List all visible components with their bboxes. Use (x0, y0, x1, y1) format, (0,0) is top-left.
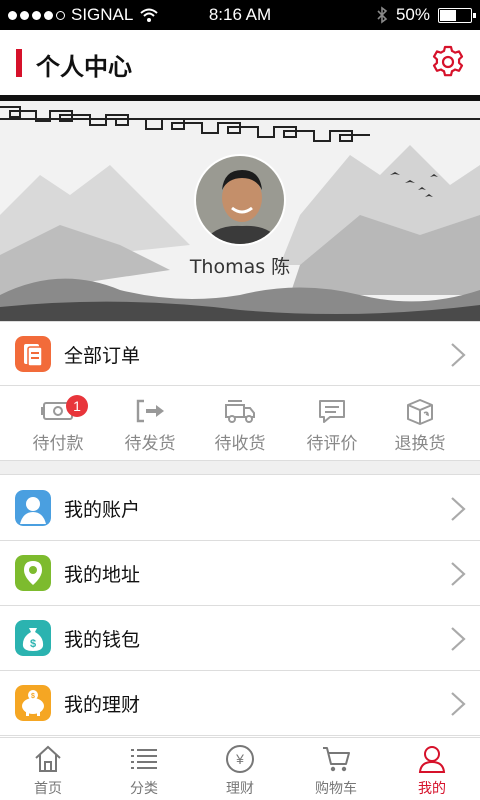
order-status-to-ship[interactable]: 待发货 (102, 387, 198, 461)
profile-photo (196, 156, 284, 244)
menu-item-address[interactable]: 我的地址 (0, 541, 480, 606)
order-status-label: 待付款 (32, 434, 84, 454)
section-divider (0, 461, 480, 475)
chevron-right-icon (451, 562, 466, 586)
chevron-right-icon (451, 497, 466, 521)
chevron-right-icon (451, 627, 466, 651)
chevron-right-icon (451, 692, 466, 716)
avatar[interactable] (194, 154, 286, 246)
all-orders-label: 全部订单 (64, 345, 141, 367)
profile-name: Thomas 陈 (189, 256, 291, 278)
tab-label: 购物车 (315, 781, 357, 797)
ship-out-icon (136, 399, 164, 423)
page-title: 个人中心 (36, 53, 132, 81)
order-status-label: 退换货 (394, 434, 446, 454)
location-icon (15, 555, 51, 591)
tab-label: 首页 (34, 781, 62, 797)
battery-percent: 50% (395, 5, 430, 24)
profile-banner: Thomas 陈 (0, 95, 480, 321)
cart-icon (323, 747, 350, 772)
all-orders-row[interactable]: 全部订单 (0, 321, 480, 386)
order-status-to-receive[interactable]: 待收货 (192, 387, 288, 461)
header: 个人中心 (0, 30, 480, 95)
tab-label: 分类 (130, 781, 158, 797)
user-icon (15, 490, 51, 526)
battery-indicator: 50% (376, 5, 476, 25)
document-icon (15, 336, 51, 372)
truck-icon (225, 400, 255, 423)
order-status-label: 待收货 (214, 434, 266, 454)
menu-item-label: 我的账户 (64, 499, 141, 521)
tab-category[interactable]: 分类 (96, 738, 192, 800)
status-bar: SIGNAL 8:16 AM 50% (0, 0, 480, 30)
menu-item-wallet[interactable]: $ 我的钱包 (0, 606, 480, 671)
svg-text:$: $ (31, 693, 35, 700)
menu-item-label: 我的理财 (64, 694, 141, 716)
battery-icon (438, 7, 476, 23)
menu-item-finance[interactable]: $ 我的理财 (0, 671, 480, 736)
tab-cart[interactable]: 购物车 (288, 738, 384, 800)
order-status-label: 待发货 (124, 434, 176, 454)
order-status-label: 待评价 (306, 434, 358, 454)
order-status-to-review[interactable]: 待评价 (284, 387, 380, 461)
bluetooth-icon (377, 6, 388, 24)
piggy-bank-icon: $ (15, 685, 51, 721)
tab-label: 我的 (418, 781, 446, 797)
menu-item-account[interactable]: 我的账户 (0, 476, 480, 541)
menu-item-label: 我的钱包 (64, 629, 141, 651)
unread-badge: 1 (66, 395, 88, 417)
tab-label: 理财 (226, 781, 254, 797)
title-accent-bar (16, 49, 22, 77)
money-bag-icon: $ (15, 620, 51, 656)
list-icon (131, 749, 157, 769)
order-status-pending-payment[interactable]: 1 待付款 (10, 387, 106, 461)
tab-finance[interactable]: ¥ 理财 (192, 738, 288, 800)
menu-item-label: 我的地址 (64, 564, 141, 586)
order-status-bar: 1 待付款 待发货 待收货 待评价 退换货 (0, 387, 480, 461)
order-status-returns[interactable]: 退换货 (372, 387, 468, 461)
tab-mine[interactable]: 我的 (384, 738, 480, 800)
yen-icon: ¥ (226, 745, 254, 773)
gear-icon[interactable] (430, 44, 466, 80)
tab-home[interactable]: 首页 (0, 738, 96, 800)
return-box-icon (407, 399, 433, 425)
home-icon (35, 745, 61, 772)
svg-text:$: $ (30, 638, 36, 650)
chevron-right-icon (451, 343, 466, 367)
svg-text:¥: ¥ (235, 751, 244, 767)
person-icon (418, 746, 446, 773)
tab-bar: 首页 分类 ¥ 理财 购物车 我的 (0, 737, 480, 800)
comment-icon (319, 400, 345, 423)
